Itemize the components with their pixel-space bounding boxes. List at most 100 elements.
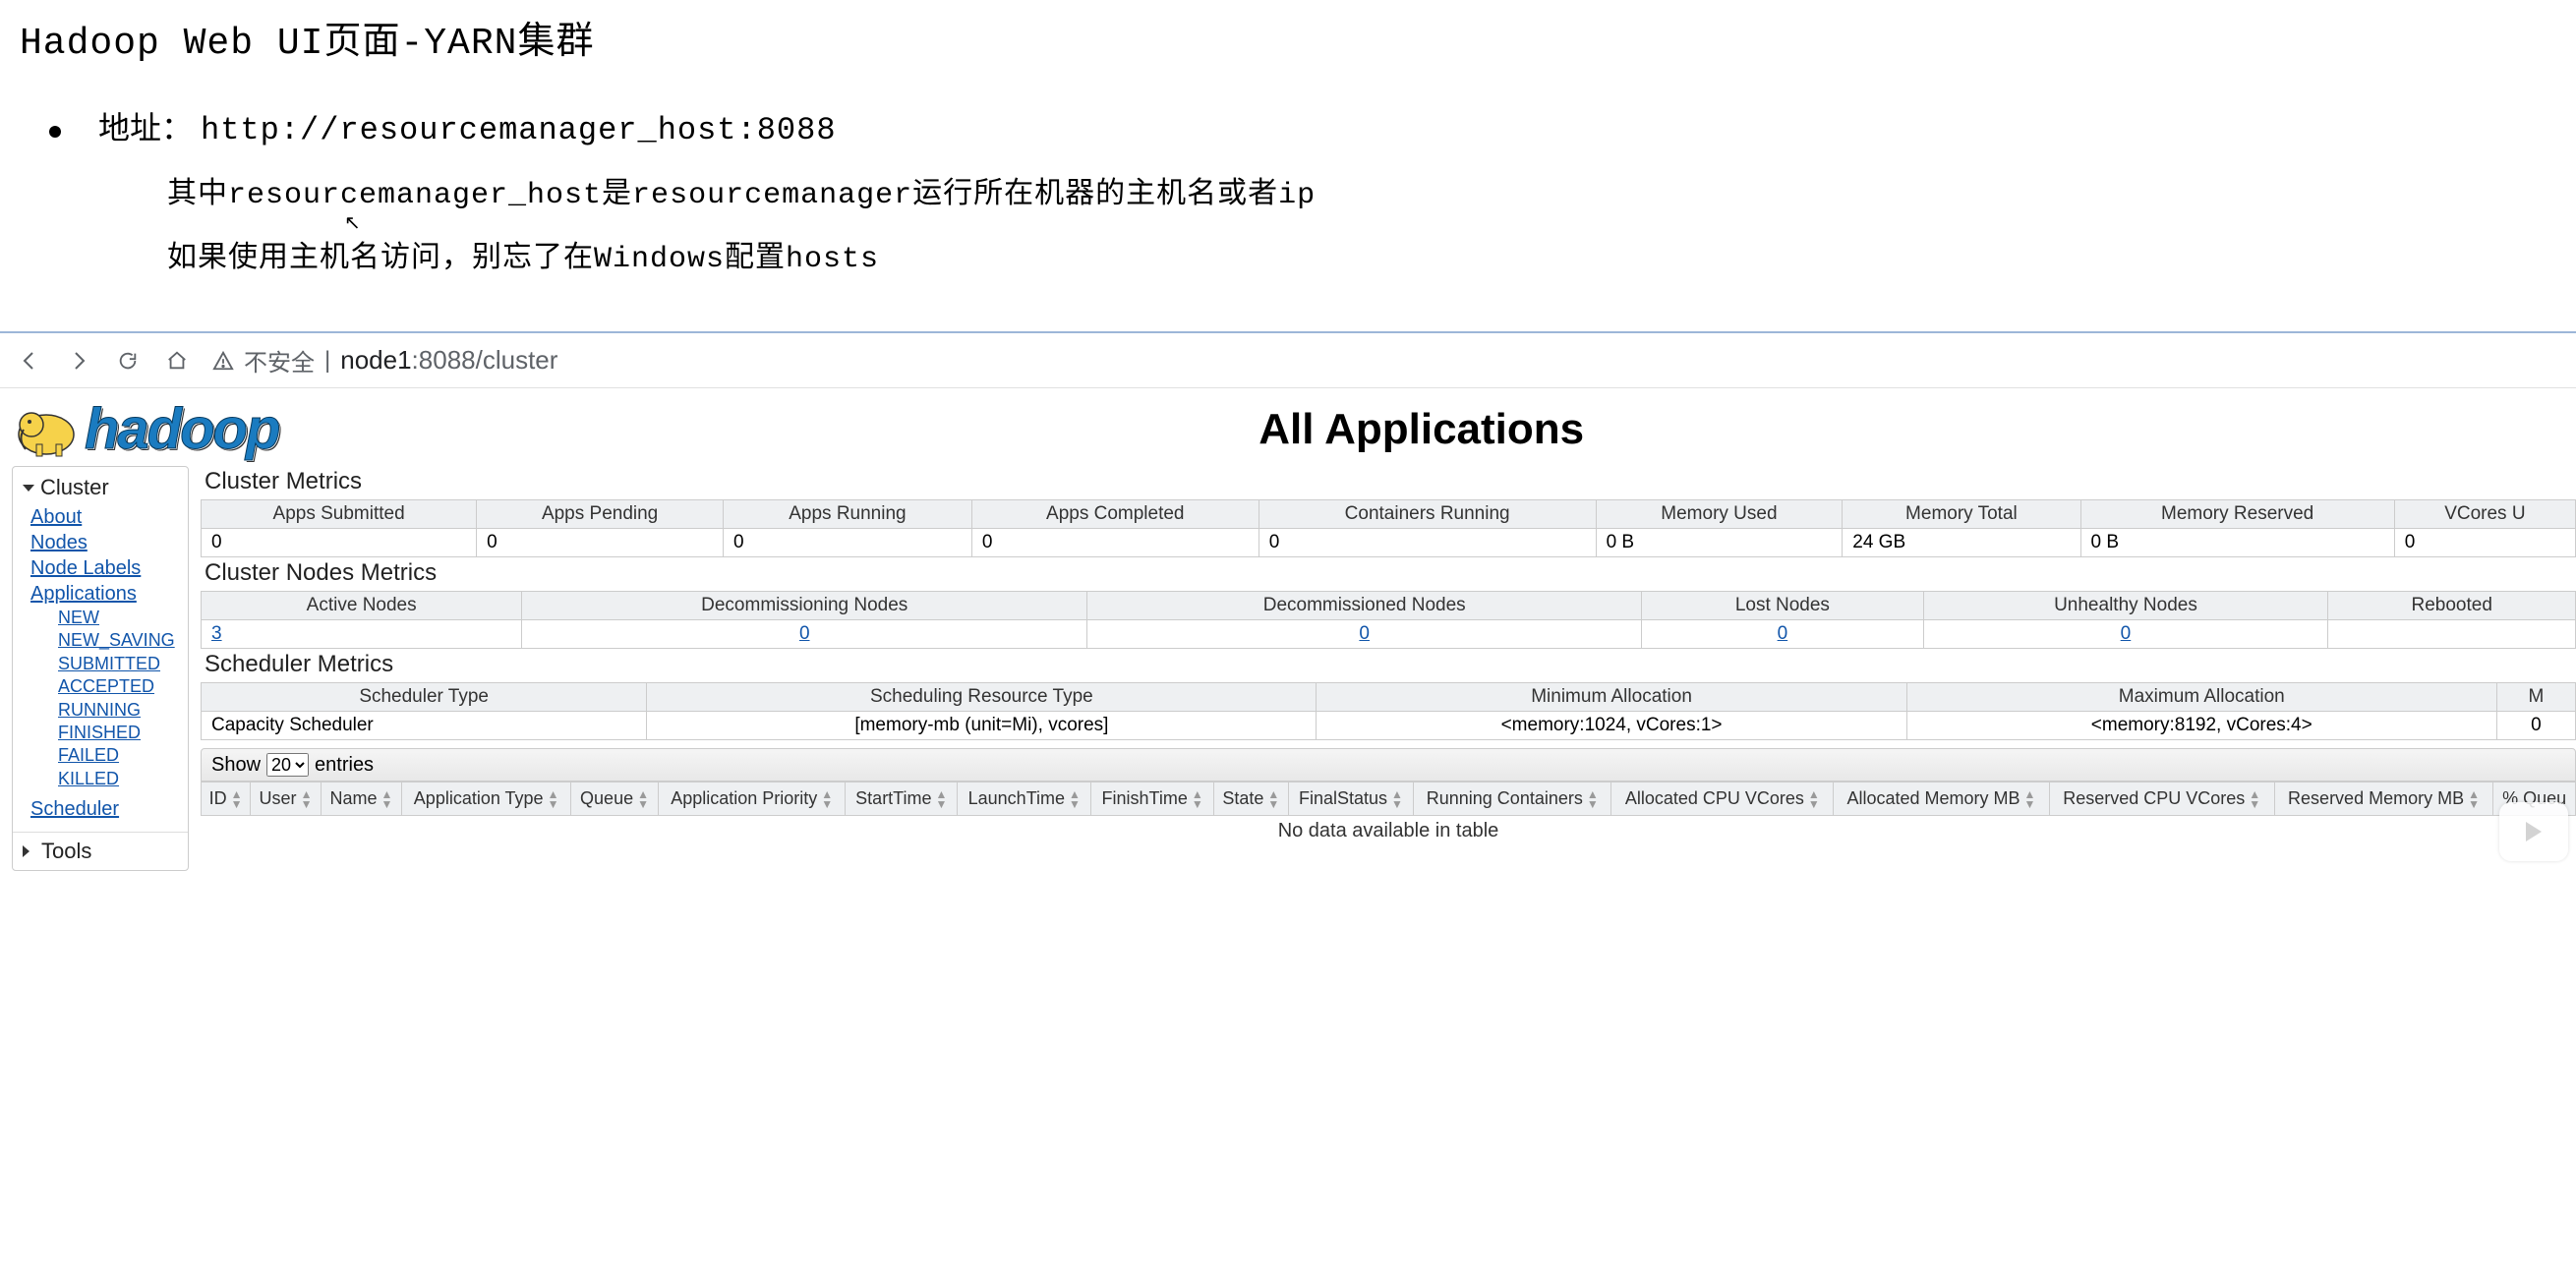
address-bar[interactable]: 不安全 | node1:8088/cluster [212,343,2560,377]
th-apptype[interactable]: Application Type▲▼ [402,783,571,816]
show-entries-bar: Show 20 entries [201,748,2576,782]
sidebar-appstate-submitted[interactable]: SUBMITTED [58,653,188,675]
th-sched-extra[interactable]: M [2496,683,2575,712]
th-unhealthy[interactable]: Unhealthy Nodes [1923,592,2328,620]
applications-table: ID▲▼ User▲▼ Name▲▼ Application Type▲▼ Qu… [201,782,2576,816]
nav-forward-button[interactable] [65,347,92,375]
th-finalstatus[interactable]: FinalStatus▲▼ [1288,783,1413,816]
th-id[interactable]: ID▲▼ [202,783,251,816]
th-lost-nodes[interactable]: Lost Nodes [1642,592,1923,620]
sidebar-appstate-running[interactable]: RUNNING [58,699,188,722]
sidebar-cluster-label: Cluster [40,475,109,500]
td-sched-extra: 0 [2496,712,2575,740]
link-decomm-ing[interactable]: 0 [799,623,810,644]
td-memory-reserved: 0 B [2080,529,2394,557]
th-starttime[interactable]: StartTime▲▼ [846,783,958,816]
link-lost-nodes[interactable]: 0 [1778,623,1788,644]
sidebar-appstate-newsaving[interactable]: NEW_SAVING [58,629,188,652]
sidebar-link-about[interactable]: About [30,504,188,530]
page-size-select[interactable]: 20 [266,753,309,777]
sidebar-link-nodelabels[interactable]: Node Labels [30,555,188,581]
sidebar-link-nodes[interactable]: Nodes [30,530,188,555]
td-max-alloc: <memory:8192, vCores:4> [1906,712,2496,740]
th-sched-res[interactable]: Scheduling Resource Type [647,683,1317,712]
page-title: All Applications [278,405,2564,454]
th-memory-reserved[interactable]: Memory Reserved [2080,500,2394,529]
browser-window: 不安全 | node1:8088/cluster [0,331,2576,871]
td-active-nodes: 3 [202,620,522,649]
chevron-down-icon [23,485,34,492]
play-icon [2526,822,2542,841]
table-row: 3 0 0 0 0 [202,620,2576,649]
sidebar-link-scheduler[interactable]: Scheduler [30,796,188,822]
th-alloc-mem[interactable]: Allocated Memory MB▲▼ [1834,783,2049,816]
table-row: Capacity Scheduler [memory-mb (unit=Mi),… [202,712,2576,740]
slide-title: Hadoop Web UI页面-YARN集群 [20,10,2556,65]
scheduler-metrics-table: Scheduler Type Scheduling Resource Type … [201,682,2576,740]
table-header-row: Apps Submitted Apps Pending Apps Running… [202,500,2576,529]
nodes-metrics-table: Active Nodes Decommissioning Nodes Decom… [201,591,2576,649]
th-res-mem[interactable]: Reserved Memory MB▲▼ [2274,783,2493,816]
sidebar-appstate-failed[interactable]: FAILED [58,744,188,767]
sidebar-section-cluster[interactable]: Cluster [13,471,188,502]
nav-home-button[interactable] [163,347,191,375]
hadoop-elephant-icon [12,400,81,459]
th-apps-completed[interactable]: Apps Completed [971,500,1259,529]
th-containers-running[interactable]: Containers Running [1259,500,1596,529]
addr-separator: | [324,347,330,375]
sidebar-link-applications[interactable]: Applications [30,581,188,607]
yarn-header: hadoop All Applications [0,392,2576,466]
th-apps-submitted[interactable]: Apps Submitted [202,500,477,529]
nav-reload-button[interactable] [114,347,142,375]
link-active-nodes[interactable]: 3 [211,623,222,644]
sidebar-appstate-killed[interactable]: KILLED [58,768,188,790]
th-state[interactable]: State▲▼ [1213,783,1288,816]
th-user[interactable]: User▲▼ [251,783,322,816]
bullet-prefix: 地址： [98,110,193,145]
th-launch[interactable]: LaunchTime▲▼ [958,783,1091,816]
nav-back-button[interactable] [16,347,43,375]
sort-icon: ▲▼ [231,789,243,809]
sidebar-section-tools[interactable]: Tools [13,832,188,866]
td-decomm-ing: 0 [522,620,1087,649]
sort-icon: ▲▼ [2024,789,2036,809]
td-apps-pending: 0 [477,529,724,557]
nodes-metrics-title: Cluster Nodes Metrics [201,557,2576,591]
th-decomm-ed[interactable]: Decommissioned Nodes [1087,592,1642,620]
th-res-vcores[interactable]: Reserved CPU VCores▲▼ [2049,783,2274,816]
th-min-alloc[interactable]: Minimum Allocation [1317,683,1906,712]
th-active-nodes[interactable]: Active Nodes [202,592,522,620]
table-row: 0 0 0 0 0 0 B 24 GB 0 B 0 [202,529,2576,557]
th-memory-total[interactable]: Memory Total [1843,500,2080,529]
video-play-overlay[interactable] [2499,802,2568,861]
th-finish[interactable]: FinishTime▲▼ [1091,783,1213,816]
th-vcores-used[interactable]: VCores U [2394,500,2575,529]
link-unhealthy[interactable]: 0 [2121,623,2132,644]
th-running-cont[interactable]: Running Containers▲▼ [1414,783,1611,816]
th-max-alloc[interactable]: Maximum Allocation [1906,683,2496,712]
th-apps-pending[interactable]: Apps Pending [477,500,724,529]
th-alloc-vcores[interactable]: Allocated CPU VCores▲▼ [1611,783,1834,816]
th-apps-running[interactable]: Apps Running [724,500,972,529]
sidebar-appstate-accepted[interactable]: ACCEPTED [58,675,188,698]
sort-icon: ▲▼ [1391,789,1403,809]
link-decomm-ed[interactable]: 0 [1359,623,1370,644]
slide-subline-1: 其中resourcemanager_host是resourcemanager运行… [167,174,2556,218]
hadoop-logo-text: hadoop [85,396,278,462]
sidebar-appstate-new[interactable]: NEW [58,607,188,629]
th-sched-type[interactable]: Scheduler Type [202,683,647,712]
th-rebooted[interactable]: Rebooted [2328,592,2576,620]
sort-icon: ▲▼ [936,789,948,809]
th-memory-used[interactable]: Memory Used [1596,500,1843,529]
th-decomm-ing[interactable]: Decommissioning Nodes [522,592,1087,620]
td-sched-res: [memory-mb (unit=Mi), vcores] [647,712,1317,740]
sidebar-appstate-finished[interactable]: FINISHED [58,722,188,744]
chevron-right-icon [23,845,35,857]
sidebar-tools-label: Tools [41,839,91,864]
th-queue[interactable]: Queue▲▼ [571,783,659,816]
sort-icon: ▲▼ [548,789,559,809]
th-name[interactable]: Name▲▼ [321,783,401,816]
th-priority[interactable]: Application Priority▲▼ [658,783,846,816]
insecure-label: 不安全 [244,343,315,377]
sort-icon: ▲▼ [821,789,833,809]
